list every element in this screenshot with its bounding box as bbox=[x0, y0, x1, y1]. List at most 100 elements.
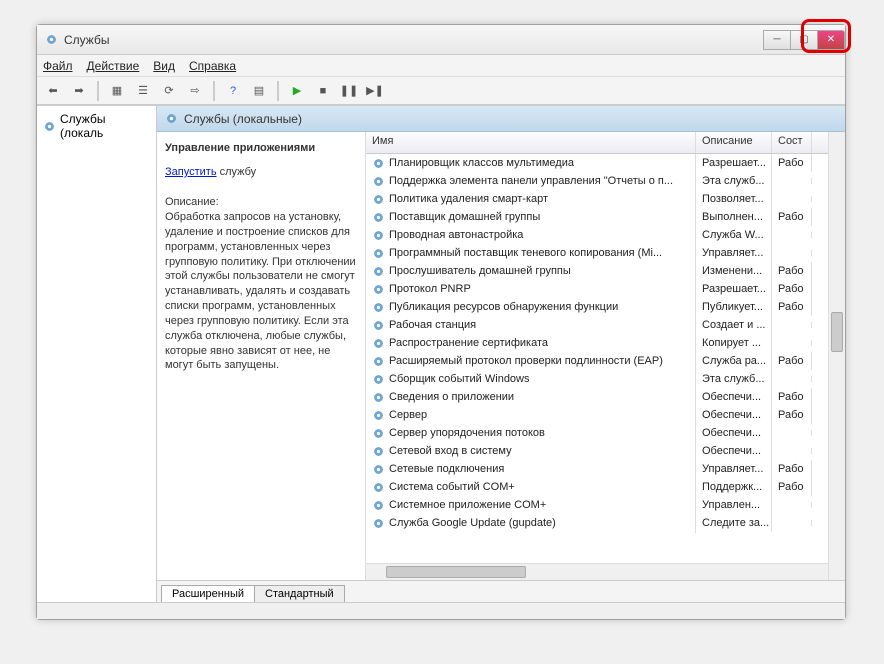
service-row[interactable]: Сервер упорядочения потоковОбеспечи... bbox=[366, 424, 828, 442]
stop-service-icon[interactable]: ■ bbox=[313, 81, 333, 101]
separator bbox=[213, 81, 215, 101]
forward-icon[interactable]: ➡ bbox=[69, 81, 89, 101]
horizontal-scrollbar[interactable] bbox=[366, 563, 828, 580]
service-name: Расширяемый протокол проверки подлинност… bbox=[389, 355, 663, 367]
service-name: Поддержка элемента панели управления "От… bbox=[389, 175, 673, 187]
service-name: Служба Google Update (gupdate) bbox=[389, 517, 556, 529]
menu-action[interactable]: Действие bbox=[87, 59, 140, 73]
tab-extended[interactable]: Расширенный bbox=[161, 585, 255, 602]
service-desc: Управлен... bbox=[696, 496, 772, 514]
start-service-icon[interactable]: ▶ bbox=[287, 81, 307, 101]
service-row[interactable]: Сетевые подключенияУправляет...Рабо bbox=[366, 460, 828, 478]
separator bbox=[277, 81, 279, 101]
gear-icon bbox=[372, 247, 385, 260]
service-row[interactable]: Прослушиватель домашней группыИзменени..… bbox=[366, 262, 828, 280]
service-row[interactable]: Программный поставщик теневого копирован… bbox=[366, 244, 828, 262]
gear-icon bbox=[372, 499, 385, 512]
service-name: Система событий COM+ bbox=[389, 481, 515, 493]
scrollbar-thumb[interactable] bbox=[386, 566, 526, 578]
service-row[interactable]: Политика удаления смарт-картПозволяет... bbox=[366, 190, 828, 208]
service-row[interactable]: Проводная автонастройка Служба W... bbox=[366, 226, 828, 244]
service-status: Рабо bbox=[772, 460, 812, 478]
service-row[interactable]: Расширяемый протокол проверки подлинност… bbox=[366, 352, 828, 370]
service-name: Программный поставщик теневого копирован… bbox=[389, 247, 662, 259]
main-pane: Службы (локальные) Управление приложения… bbox=[157, 106, 845, 602]
service-desc: Публикует... bbox=[696, 298, 772, 316]
export-icon[interactable]: ⇨ bbox=[185, 81, 205, 101]
back-icon[interactable]: ⬅ bbox=[43, 81, 63, 101]
minimize-button[interactable]: ─ bbox=[763, 30, 791, 50]
service-name: Сервер упорядочения потоков bbox=[389, 427, 545, 439]
service-row[interactable]: Планировщик классов мультимедиаРазрешает… bbox=[366, 154, 828, 172]
service-row[interactable]: Публикация ресурсов обнаружения функцииП… bbox=[366, 298, 828, 316]
service-row[interactable]: Поддержка элемента панели управления "От… bbox=[366, 172, 828, 190]
gear-icon bbox=[372, 193, 385, 206]
view-tabs: Расширенный Стандартный bbox=[157, 580, 845, 602]
service-name: Рабочая станция bbox=[389, 319, 476, 331]
main-body: Управление приложениями Запустить службу… bbox=[157, 132, 845, 580]
tree-horizontal-scrollbar[interactable] bbox=[37, 602, 845, 619]
start-service-link[interactable]: Запустить bbox=[165, 166, 217, 178]
service-name: Политика удаления смарт-карт bbox=[389, 193, 548, 205]
vertical-scrollbar[interactable] bbox=[828, 132, 845, 580]
gear-icon bbox=[372, 319, 385, 332]
service-status bbox=[772, 322, 812, 328]
titlebar[interactable]: Службы ─ ▢ ✕ bbox=[37, 25, 845, 55]
content-area: Службы (локаль Службы (локальные) Управл… bbox=[37, 105, 845, 602]
service-name: Проводная автонастройка bbox=[389, 229, 523, 241]
service-name: Сетевой вход в систему bbox=[389, 445, 512, 457]
restart-service-icon[interactable]: ▶❚ bbox=[365, 81, 385, 101]
help-icon[interactable]: ? bbox=[223, 81, 243, 101]
service-desc: Обеспечи... bbox=[696, 442, 772, 460]
service-name: Протокол PNRP bbox=[389, 283, 471, 295]
service-desc: Служба W... bbox=[696, 226, 772, 244]
maximize-button[interactable]: ▢ bbox=[790, 30, 818, 50]
service-row[interactable]: Служба Google Update (gupdate)Следите за… bbox=[366, 514, 828, 532]
context-help-icon[interactable]: ▤ bbox=[249, 81, 269, 101]
column-description[interactable]: Описание bbox=[696, 132, 772, 153]
service-row[interactable]: Поставщик домашней группыВыполнен...Рабо bbox=[366, 208, 828, 226]
gear-icon bbox=[372, 373, 385, 386]
gear-icon bbox=[372, 229, 385, 242]
menu-help[interactable]: Справка bbox=[189, 59, 236, 73]
tab-standard[interactable]: Стандартный bbox=[254, 585, 345, 602]
service-row[interactable]: Протокол PNRPРазрешает...Рабо bbox=[366, 280, 828, 298]
menu-file[interactable]: Файл bbox=[43, 59, 73, 73]
service-status bbox=[772, 340, 812, 346]
service-row[interactable]: Сетевой вход в систему Обеспечи... bbox=[366, 442, 828, 460]
service-row[interactable]: Сборщик событий WindowsЭта служб... bbox=[366, 370, 828, 388]
service-row[interactable]: Системное приложение COM+ Управлен... bbox=[366, 496, 828, 514]
service-name: Системное приложение COM+ bbox=[389, 499, 546, 511]
service-status bbox=[772, 448, 812, 454]
menu-view[interactable]: Вид bbox=[153, 59, 175, 73]
service-row[interactable]: Система событий COM+Поддержк...Рабо bbox=[366, 478, 828, 496]
column-name[interactable]: Имя bbox=[366, 132, 696, 153]
pause-service-icon[interactable]: ❚❚ bbox=[339, 81, 359, 101]
properties-icon[interactable]: ☰ bbox=[133, 81, 153, 101]
service-row[interactable]: Рабочая станцияСоздает и ... bbox=[366, 316, 828, 334]
service-status: Рабо bbox=[772, 298, 812, 316]
tree-pane: Службы (локаль bbox=[37, 106, 157, 602]
service-status: Рабо bbox=[772, 280, 812, 298]
service-desc: Изменени... bbox=[696, 262, 772, 280]
refresh-icon[interactable]: ⟳ bbox=[159, 81, 179, 101]
service-row[interactable]: Распространение сертификатаКопирует ... bbox=[366, 334, 828, 352]
gear-icon bbox=[372, 211, 385, 224]
gear-icon bbox=[372, 355, 385, 368]
services-window: Службы ─ ▢ ✕ Файл Действие Вид Справка ⬅… bbox=[36, 24, 846, 620]
show-hide-tree-icon[interactable]: ▦ bbox=[107, 81, 127, 101]
tree-root-label: Службы (локаль bbox=[60, 112, 150, 140]
tree-root-item[interactable]: Службы (локаль bbox=[41, 110, 152, 142]
service-row[interactable]: СерверОбеспечи...Рабо bbox=[366, 406, 828, 424]
service-status: Рабо bbox=[772, 262, 812, 280]
window-controls: ─ ▢ ✕ bbox=[764, 30, 845, 50]
description-label: Описание: bbox=[165, 196, 357, 208]
service-status: Рабо bbox=[772, 154, 812, 172]
column-status[interactable]: Сост bbox=[772, 132, 812, 153]
service-desc: Эта служб... bbox=[696, 172, 772, 190]
close-button[interactable]: ✕ bbox=[817, 30, 845, 50]
scrollbar-thumb[interactable] bbox=[831, 312, 843, 352]
gear-icon bbox=[372, 283, 385, 296]
service-desc: Поддержк... bbox=[696, 478, 772, 496]
service-row[interactable]: Сведения о приложенииОбеспечи...Рабо bbox=[366, 388, 828, 406]
